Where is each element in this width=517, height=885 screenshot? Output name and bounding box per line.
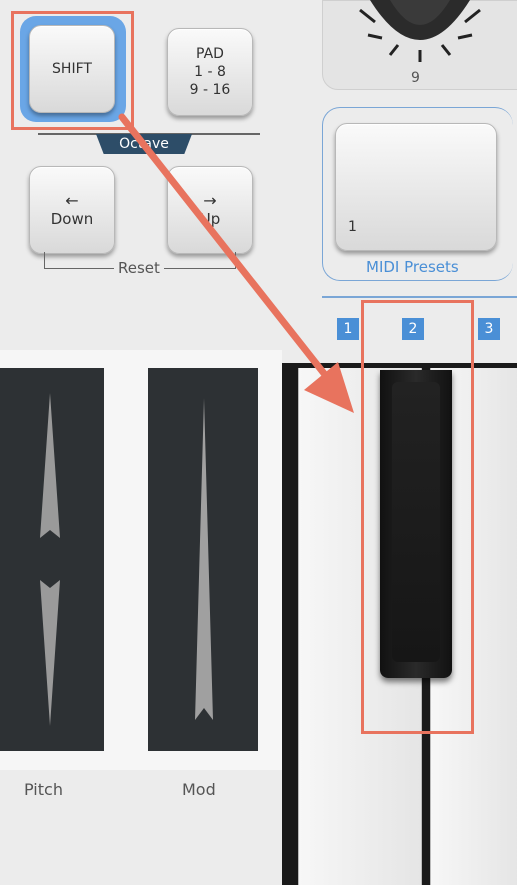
annotation-arrow-icon	[118, 113, 354, 413]
controller-panel: 9 SHIFT PAD 1 - 8 9 - 16 Octave ← Down →…	[0, 0, 517, 885]
